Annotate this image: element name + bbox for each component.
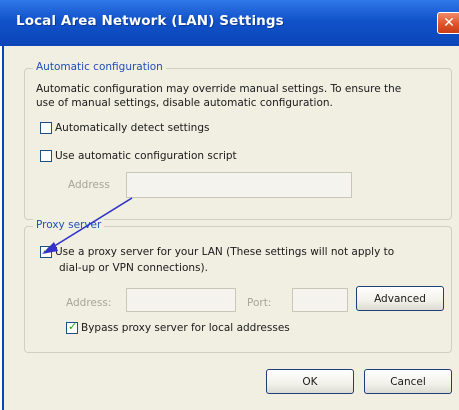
annotation-arrow	[42, 197, 133, 254]
